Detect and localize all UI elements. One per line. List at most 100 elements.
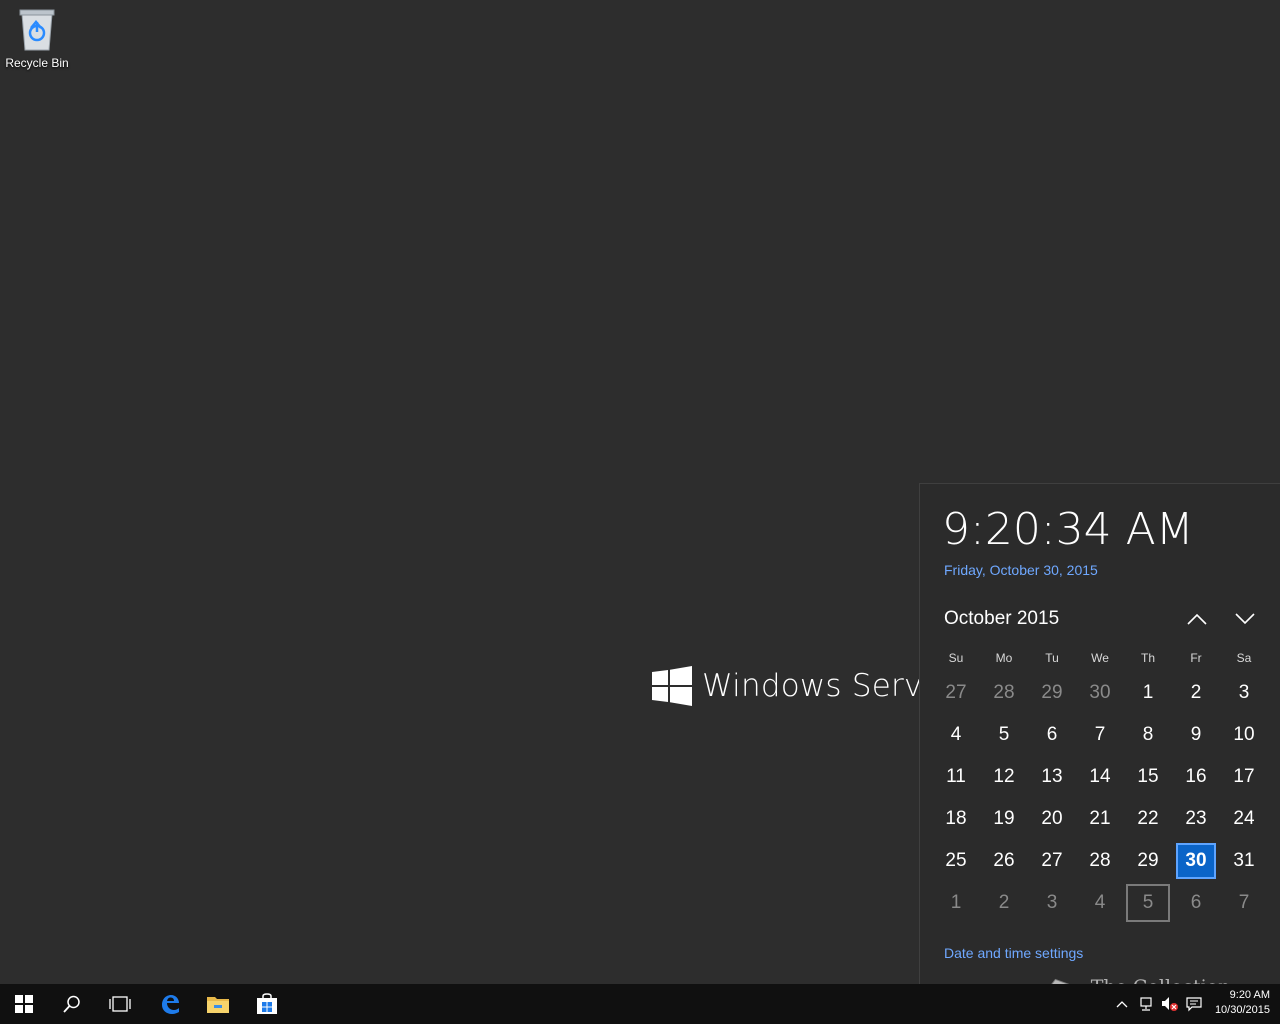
edge-icon <box>162 995 179 1014</box>
calendar-day[interactable]: 27 <box>932 672 980 714</box>
calendar-day-today[interactable]: 30 <box>1172 840 1220 882</box>
calendar-day[interactable]: 28 <box>1076 840 1124 882</box>
calendar-day-number: 30 <box>1089 682 1111 703</box>
calendar-day[interactable]: 22 <box>1124 798 1172 840</box>
dow-label: Sa <box>1236 651 1252 665</box>
calendar-day-number: 28 <box>993 682 1015 703</box>
show-hidden-icons-button[interactable] <box>1112 994 1132 1014</box>
calendar-day-number: 31 <box>1233 850 1255 871</box>
calendar-day[interactable]: 3 <box>1028 882 1076 924</box>
previous-month-button[interactable] <box>1182 606 1212 632</box>
calendar-day[interactable]: 26 <box>980 840 1028 882</box>
calendar-day[interactable]: 6 <box>1172 882 1220 924</box>
action-center-button[interactable] <box>1184 994 1204 1014</box>
calendar-week: 27 28 29 30 1 2 3 <box>932 672 1268 714</box>
calendar-day-number: 26 <box>993 850 1015 871</box>
calendar-day-number: 16 <box>1185 766 1207 787</box>
calendar-day-number: 18 <box>945 808 967 829</box>
calendar-day[interactable]: 7 <box>1076 714 1124 756</box>
calendar-day[interactable]: 27 <box>1028 840 1076 882</box>
calendar-day[interactable]: 4 <box>932 714 980 756</box>
calendar-grid: Su Mo Tu We Th Fr Sa 27 28 29 30 1 2 3 4 5 6 7 8 9 10 11 12 13… <box>932 646 1268 924</box>
calendar-day-number: 15 <box>1137 766 1159 787</box>
calendar-day[interactable]: 30 <box>1076 672 1124 714</box>
file-explorer-button[interactable] <box>194 984 242 1024</box>
calendar-day[interactable]: 20 <box>1028 798 1076 840</box>
file-explorer-icon <box>207 997 229 1013</box>
calendar-week: 11 12 13 14 15 16 17 <box>932 756 1268 798</box>
calendar-day[interactable]: 5 <box>980 714 1028 756</box>
calendar-day-number: 9 <box>1190 724 1202 745</box>
calendar-day[interactable]: 19 <box>980 798 1028 840</box>
calendar-day[interactable]: 4 <box>1076 882 1124 924</box>
month-header[interactable]: October 2015 <box>944 608 1059 630</box>
calendar-day[interactable]: 21 <box>1076 798 1124 840</box>
calendar-day[interactable]: 3 <box>1220 672 1268 714</box>
calendar-day[interactable]: 16 <box>1172 756 1220 798</box>
dow-label: Th <box>1140 651 1155 665</box>
calendar-day-number: 5 <box>998 724 1010 745</box>
date-time-settings-link[interactable]: Date and time settings <box>944 945 1083 961</box>
task-view-icon <box>109 996 131 1012</box>
calendar-day[interactable]: 13 <box>1028 756 1076 798</box>
calendar-day-number: 2 <box>1190 682 1202 703</box>
calendar-day[interactable]: 29 <box>1028 672 1076 714</box>
calendar-day[interactable]: 12 <box>980 756 1028 798</box>
edge-button[interactable] <box>146 984 194 1024</box>
calendar-day[interactable]: 11 <box>932 756 980 798</box>
calendar-day-number: 29 <box>1137 850 1159 871</box>
calendar-day-number: 30 <box>1176 843 1216 879</box>
calendar-day[interactable]: 2 <box>980 882 1028 924</box>
calendar-day-number: 20 <box>1041 808 1063 829</box>
calendar-day[interactable]: 2 <box>1172 672 1220 714</box>
store-icon <box>257 993 277 1014</box>
calendar-day-number: 12 <box>993 766 1015 787</box>
dow-label: Tu <box>1045 651 1059 665</box>
calendar-day[interactable]: 24 <box>1220 798 1268 840</box>
calendar-day-number: 4 <box>950 724 962 745</box>
calendar-day[interactable]: 14 <box>1076 756 1124 798</box>
calendar-day-number: 22 <box>1137 808 1159 829</box>
calendar-day-number: 27 <box>945 682 967 703</box>
calendar-day-number: 29 <box>1041 682 1063 703</box>
volume-tray-button[interactable] <box>1160 994 1180 1014</box>
taskbar-date: 10/30/2015 <box>1214 1004 1270 1016</box>
calendar-day[interactable]: 8 <box>1124 714 1172 756</box>
task-view-button[interactable] <box>96 984 144 1024</box>
calendar-day[interactable]: 23 <box>1172 798 1220 840</box>
calendar-day-number: 7 <box>1238 892 1250 913</box>
recycle-bin-label: Recycle Bin <box>5 56 69 70</box>
calendar-day-number: 14 <box>1089 766 1111 787</box>
dow-label: Fr <box>1190 651 1202 665</box>
recycle-bin-shortcut[interactable]: Recycle Bin <box>4 6 70 70</box>
calendar-day[interactable]: 10 <box>1220 714 1268 756</box>
start-button[interactable] <box>0 984 48 1024</box>
calendar-day-number: 1 <box>950 892 962 913</box>
taskbar-clock[interactable]: 9:20 AM 10/30/2015 <box>1215 988 1270 1018</box>
calendar-day[interactable]: 17 <box>1220 756 1268 798</box>
calendar-day[interactable]: 5 <box>1124 882 1172 924</box>
calendar-day[interactable]: 7 <box>1220 882 1268 924</box>
calendar-day[interactable]: 28 <box>980 672 1028 714</box>
calendar-day-number: 28 <box>1089 850 1111 871</box>
network-tray-button[interactable] <box>1136 994 1156 1014</box>
long-date-link[interactable]: Friday, October 30, 2015 <box>944 562 1098 578</box>
day-of-week-header: Su Mo Tu We Th Fr Sa <box>932 646 1268 672</box>
calendar-day[interactable]: 9 <box>1172 714 1220 756</box>
calendar-day[interactable]: 31 <box>1220 840 1268 882</box>
calendar-day[interactable]: 1 <box>932 882 980 924</box>
start-icon <box>15 995 33 1013</box>
calendar-day[interactable]: 1 <box>1124 672 1172 714</box>
calendar-day[interactable]: 25 <box>932 840 980 882</box>
calendar-day[interactable]: 18 <box>932 798 980 840</box>
recycle-bin-icon <box>17 6 57 52</box>
store-button[interactable] <box>243 984 291 1024</box>
calendar-day[interactable]: 6 <box>1028 714 1076 756</box>
next-month-button[interactable] <box>1230 606 1260 632</box>
windows-server-text: Windows Server <box>702 668 955 704</box>
calendar-day[interactable]: 29 <box>1124 840 1172 882</box>
search-button[interactable] <box>48 984 96 1024</box>
calendar-week: 25 26 27 28 29 30 31 <box>932 840 1268 882</box>
calendar-day-number: 19 <box>993 808 1015 829</box>
calendar-day[interactable]: 15 <box>1124 756 1172 798</box>
